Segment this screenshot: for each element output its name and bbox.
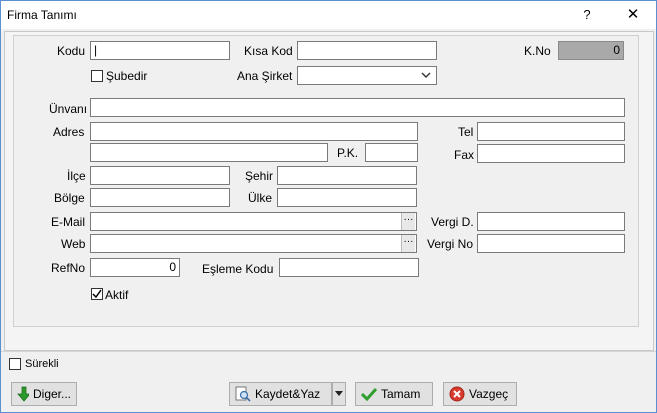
vergi-no-label: Vergi No (427, 237, 474, 251)
cancel-icon (449, 386, 465, 402)
email-label: E-Mail (51, 215, 86, 229)
print-preview-icon (235, 386, 251, 402)
web-label: Web (61, 237, 86, 251)
diger-button[interactable]: Diger... (11, 382, 77, 406)
aktif-label: Aktif (105, 288, 129, 302)
kaydet-yaz-dropdown[interactable] (332, 382, 346, 406)
esleme-kodu-input[interactable] (279, 258, 419, 277)
checkmark-icon (361, 387, 377, 401)
ulke-label: Ülke (248, 191, 273, 205)
subedir-checkbox[interactable] (91, 70, 103, 82)
chevron-down-icon[interactable] (421, 71, 431, 79)
vergi-d-input[interactable] (477, 212, 625, 231)
esleme-kodu-label: Eşleme Kodu (202, 262, 274, 276)
adres-line1-input[interactable] (90, 122, 418, 141)
ilce-input[interactable] (90, 166, 230, 185)
kisa-kod-label: Kısa Kod (244, 44, 293, 58)
kaydet-yaz-button[interactable]: Kaydet&Yaz (229, 382, 332, 406)
diger-button-label: Diger... (32, 387, 71, 401)
ellipsis-icon[interactable]: ··· (401, 235, 415, 252)
email-input[interactable] (90, 212, 417, 231)
vazgec-button[interactable]: Vazgeç (443, 382, 517, 406)
kodu-label: Kodu (57, 44, 86, 58)
close-icon[interactable]: ✕ (613, 3, 653, 27)
kno-field: 0 (558, 41, 624, 60)
fax-label: Fax (454, 148, 475, 162)
ulke-input[interactable] (277, 188, 417, 207)
unvani-label: Ünvanı (49, 102, 88, 116)
pk-input[interactable] (365, 143, 418, 162)
window-title: Firma Tanımı (7, 8, 77, 22)
vazgec-label: Vazgeç (469, 387, 509, 401)
pk-label: P.K. (337, 146, 359, 160)
tamam-label: Tamam (381, 387, 421, 401)
sehir-input[interactable] (277, 166, 417, 185)
ana-sirket-label: Ana Şirket (237, 69, 293, 83)
ellipsis-icon[interactable]: ··· (401, 213, 415, 230)
ilce-label: İlçe (67, 169, 86, 183)
subedir-label: Şubedir (106, 69, 148, 83)
surekli-label: Sürekli (25, 358, 59, 370)
bolge-label: Bölge (54, 191, 85, 205)
tel-input[interactable] (477, 122, 625, 141)
web-input[interactable] (90, 234, 417, 253)
fax-input[interactable] (477, 144, 625, 163)
refno-input[interactable]: 0 (90, 258, 180, 277)
kaydet-yaz-label: Kaydet&Yaz (255, 387, 321, 401)
vergi-d-label: Vergi D. (431, 215, 474, 229)
adres-label: Adres (53, 125, 85, 139)
kodu-input[interactable]: | (90, 41, 230, 60)
kisa-kod-input[interactable] (297, 41, 437, 60)
surekli-checkbox[interactable] (9, 358, 21, 370)
unvani-input[interactable] (90, 98, 625, 117)
checkmark-icon (92, 289, 102, 299)
adres-line2-input[interactable] (90, 143, 328, 162)
tel-label: Tel (458, 125, 474, 139)
help-icon[interactable]: ? (567, 3, 607, 27)
ana-sirket-select[interactable] (297, 66, 437, 85)
footer-divider (1, 351, 656, 352)
kno-label: K.No (524, 44, 551, 58)
refno-label: RefNo (51, 261, 86, 275)
vergi-no-input[interactable] (477, 234, 625, 253)
tamam-button[interactable]: Tamam (355, 382, 433, 406)
dialog-window: Firma Tanımı ? ✕ Kodu | Kısa Kod K.No 0 … (0, 0, 657, 413)
aktif-checkbox[interactable] (91, 288, 103, 300)
bolge-input[interactable] (90, 188, 230, 207)
title-bar: Firma Tanımı ? ✕ (1, 1, 656, 29)
arrow-down-icon (17, 386, 29, 402)
sehir-label: Şehir (245, 169, 274, 183)
chevron-down-icon (335, 391, 343, 396)
